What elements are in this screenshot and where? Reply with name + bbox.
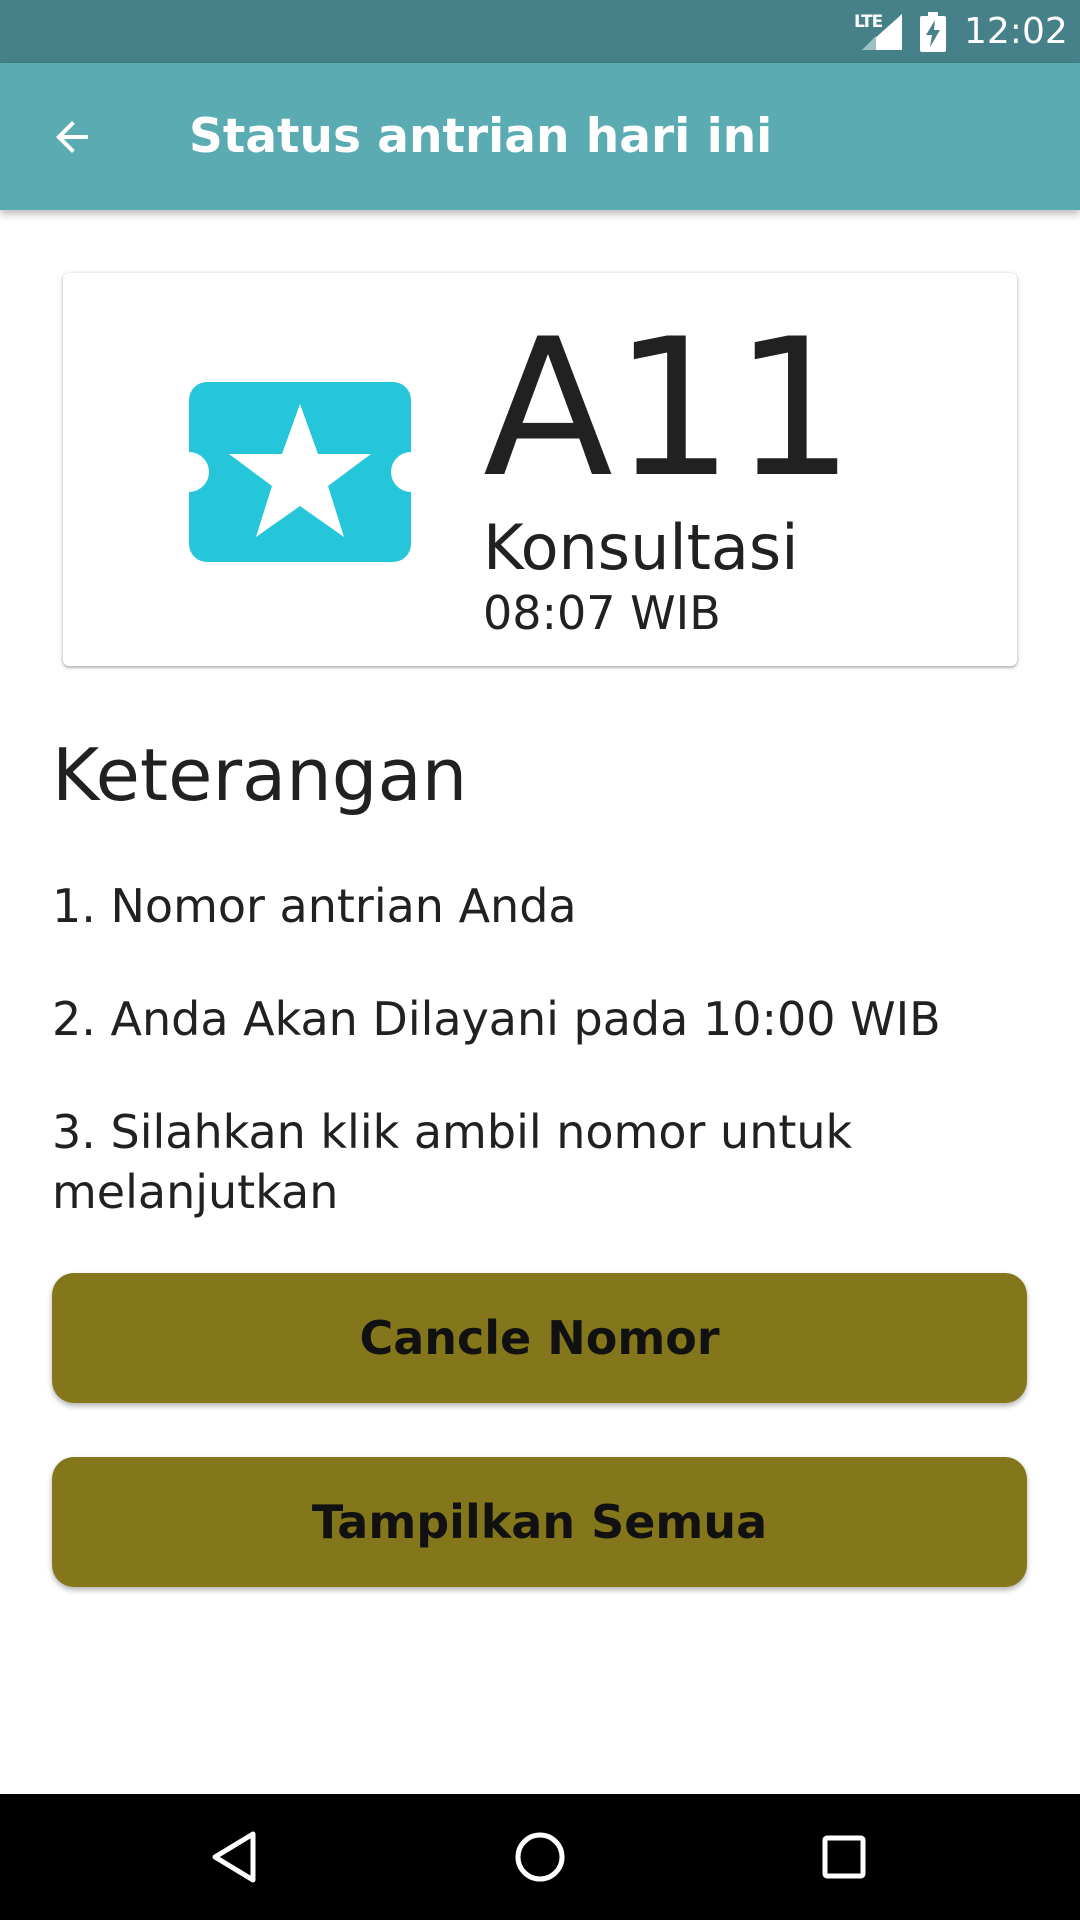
service-name: Konsultasi (483, 511, 799, 584)
queue-number: A11 (483, 298, 855, 519)
status-bar: LTE 12:02 (0, 0, 1080, 63)
page-title: Status antrian hari ini (189, 109, 773, 164)
nav-home-button[interactable] (505, 1822, 575, 1892)
app-bar: Status antrian hari ini (0, 63, 1080, 210)
nav-recents-button[interactable] (809, 1822, 879, 1892)
navigation-bar (0, 1794, 1080, 1920)
show-all-button[interactable]: Tampilkan Semua (52, 1457, 1027, 1587)
ticket-star-icon (189, 382, 411, 562)
arrow-back-icon (56, 121, 88, 153)
cancel-number-button[interactable]: Cancle Nomor (52, 1273, 1027, 1403)
ticket-card: A11 Konsultasi 08:07 WIB (63, 273, 1017, 666)
ticket-time: 08:07 WIB (483, 586, 721, 640)
battery-charging-icon (920, 12, 946, 52)
info-line: 1. Nomor antrian Anda (52, 879, 577, 933)
nav-back-button[interactable] (200, 1822, 270, 1892)
nav-recents-icon (822, 1835, 866, 1879)
signal-icon (862, 14, 902, 50)
clock: 12:02 (964, 11, 1068, 52)
nav-back-icon (212, 1831, 256, 1883)
screen: LTE 12:02 Status antrian hari ini A11 Ko… (0, 0, 1080, 1920)
info-line: 2. Anda Akan Dilayani pada 10:00 WIB (52, 992, 941, 1046)
back-button[interactable] (36, 101, 108, 173)
info-heading: Keterangan (52, 733, 468, 817)
nav-home-icon (515, 1832, 565, 1882)
info-line: 3. Silahkan klik ambil nomor untuk melan… (52, 1105, 853, 1219)
